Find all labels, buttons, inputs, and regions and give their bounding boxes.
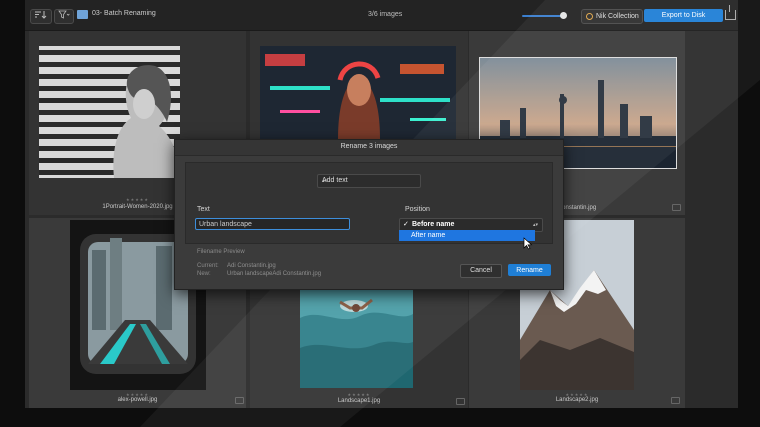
thumbnail[interactable] [260, 46, 456, 139]
dialog-title: Rename 3 images [175, 140, 563, 156]
nik-collection-button[interactable]: Nik Collection [581, 9, 643, 24]
position-option-after[interactable]: After name [399, 230, 535, 241]
export-button[interactable]: Export to Disk [644, 9, 723, 22]
camera-icon [671, 397, 680, 404]
camera-icon [456, 398, 465, 405]
nik-label: Nik Collection [596, 13, 639, 20]
grid-cell[interactable]: Landscape1.jpg ★★★★★ [250, 288, 468, 408]
rating-stars[interactable]: ★★★★★ [250, 392, 468, 397]
grid-cell[interactable] [250, 31, 468, 139]
neon-portrait-image [260, 46, 456, 139]
rename-button[interactable]: Rename [508, 264, 551, 276]
new-filename: Urban landscapeAdi Constantin.jpg [227, 271, 322, 277]
sort-button[interactable] [30, 9, 52, 24]
add-type-select[interactable]: Add text ▴▾ [317, 174, 421, 188]
mouse-cursor-icon [523, 237, 533, 250]
image-count: 3/6 images [368, 11, 403, 18]
rating-stars[interactable]: ★★★★★ [29, 392, 246, 397]
current-label: Current: [197, 263, 219, 269]
camera-icon [672, 204, 681, 211]
filter-button[interactable] [54, 9, 74, 24]
thumbnail-caption: Landscape2.jpg [555, 397, 599, 403]
thumbnail-caption: alex-powell.jpg [117, 397, 158, 403]
current-filename: Adi Constantin.jpg [227, 263, 276, 269]
sort-icon [35, 11, 47, 19]
folder-icon [77, 10, 88, 19]
folder-name[interactable]: 03- Batch Renaming [92, 10, 156, 17]
portrait-image [39, 46, 180, 178]
export-label: Export to Disk [661, 12, 706, 19]
swimmer-image [300, 288, 413, 388]
toolbar: 03- Batch Renaming 3/6 images Nik Collec… [25, 0, 738, 31]
select-arrows-icon: ▴▾ [322, 178, 328, 184]
thumbnail[interactable] [300, 288, 413, 388]
preview-header: Filename Preview [197, 249, 245, 255]
filter-icon [58, 10, 70, 19]
camera-icon [235, 397, 244, 404]
rating-stars[interactable]: ★★★★★ [469, 392, 685, 397]
thumbnail-caption: Landscape1.jpg [337, 398, 381, 404]
text-input[interactable]: Urban landscape [195, 218, 350, 230]
position-label: Position [405, 206, 430, 213]
preview-current-row: Current: Adi Constantin.jpg [197, 263, 276, 269]
zoom-slider[interactable] [522, 15, 564, 17]
zoom-slider-thumb[interactable] [560, 12, 567, 19]
nik-icon [586, 13, 593, 20]
thumbnail[interactable] [39, 46, 180, 178]
rename-dialog: Rename 3 images Add text ▴▾ Text Urban l… [174, 139, 564, 290]
new-label: New: [197, 271, 211, 277]
text-label: Text [197, 206, 210, 213]
share-icon[interactable] [725, 5, 736, 20]
cancel-button[interactable]: Cancel [460, 264, 502, 278]
preview-new-row: New: Urban landscapeAdi Constantin.jpg [197, 271, 321, 277]
